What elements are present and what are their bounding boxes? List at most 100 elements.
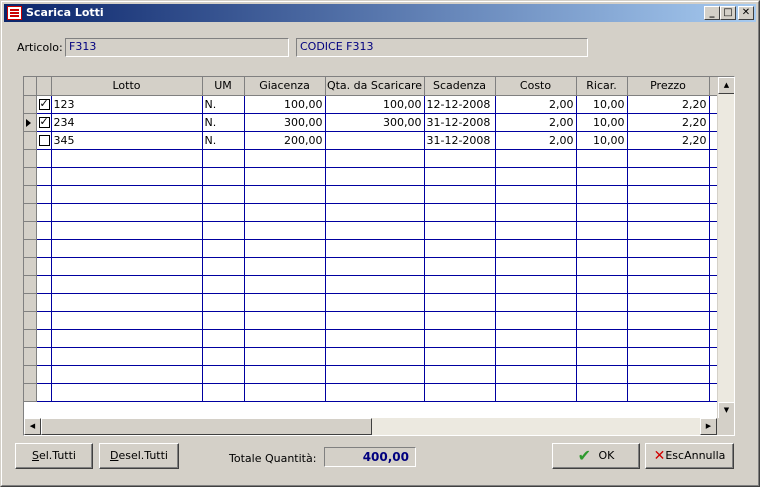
- empty-table-row[interactable]: [24, 149, 720, 168]
- vertical-scrollbar[interactable]: ▲ ▼: [717, 77, 734, 419]
- minimize-button[interactable]: _: [704, 6, 720, 20]
- empty-cell[interactable]: [244, 257, 326, 276]
- empty-cell[interactable]: [495, 149, 577, 168]
- empty-cell[interactable]: [325, 149, 425, 168]
- horizontal-scroll-thumb[interactable]: [41, 418, 372, 435]
- empty-cell[interactable]: [424, 203, 496, 222]
- cell-giacenza[interactable]: 100,00: [244, 95, 326, 114]
- empty-table-row[interactable]: [24, 293, 720, 312]
- empty-cell[interactable]: [244, 347, 326, 366]
- row-select-checkbox[interactable]: [38, 135, 50, 146]
- empty-cell[interactable]: [325, 275, 425, 294]
- empty-cell[interactable]: [576, 149, 628, 168]
- empty-cell[interactable]: [244, 293, 326, 312]
- empty-cell[interactable]: [325, 221, 425, 240]
- empty-table-row[interactable]: [24, 329, 720, 348]
- row-select-cell[interactable]: [36, 95, 52, 114]
- empty-cell[interactable]: [325, 347, 425, 366]
- row-indicator[interactable]: [24, 149, 37, 168]
- cell-costo[interactable]: 2,00: [495, 95, 577, 114]
- row-select-cell[interactable]: [36, 113, 52, 132]
- empty-cell[interactable]: [424, 167, 496, 186]
- empty-cell[interactable]: [627, 275, 710, 294]
- empty-cell[interactable]: [325, 257, 425, 276]
- empty-cell[interactable]: [495, 383, 577, 402]
- scroll-right-arrow-icon[interactable]: ▶: [700, 418, 717, 435]
- row-indicator[interactable]: [24, 365, 37, 384]
- articolo-code-field[interactable]: F313: [65, 38, 289, 57]
- empty-cell[interactable]: [202, 203, 245, 222]
- empty-cell[interactable]: [202, 293, 245, 312]
- empty-cell[interactable]: [495, 293, 577, 312]
- empty-cell[interactable]: [325, 203, 425, 222]
- empty-cell[interactable]: [36, 239, 52, 258]
- empty-cell[interactable]: [325, 311, 425, 330]
- empty-cell[interactable]: [36, 383, 52, 402]
- empty-cell[interactable]: [244, 167, 326, 186]
- column-header-qta-da-scaricare[interactable]: Qta. da Scaricare: [325, 77, 425, 96]
- empty-cell[interactable]: [576, 311, 628, 330]
- empty-cell[interactable]: [202, 311, 245, 330]
- empty-cell[interactable]: [576, 329, 628, 348]
- empty-cell[interactable]: [325, 185, 425, 204]
- empty-cell[interactable]: [36, 149, 52, 168]
- cell-lotto[interactable]: 345: [51, 131, 203, 150]
- row-indicator[interactable]: [24, 311, 37, 330]
- cell-lotto[interactable]: 234: [51, 113, 203, 132]
- empty-cell[interactable]: [202, 221, 245, 240]
- empty-cell[interactable]: [495, 365, 577, 384]
- empty-table-row[interactable]: [24, 275, 720, 294]
- empty-cell[interactable]: [495, 185, 577, 204]
- cell-giacenza[interactable]: 200,00: [244, 131, 326, 150]
- empty-cell[interactable]: [325, 293, 425, 312]
- row-indicator[interactable]: [24, 167, 37, 186]
- cell-costo[interactable]: 2,00: [495, 131, 577, 150]
- empty-cell[interactable]: [424, 329, 496, 348]
- empty-cell[interactable]: [495, 221, 577, 240]
- empty-cell[interactable]: [424, 311, 496, 330]
- cell-scadenza[interactable]: 31-12-2008: [424, 131, 496, 150]
- empty-cell[interactable]: [424, 221, 496, 240]
- empty-cell[interactable]: [424, 149, 496, 168]
- empty-cell[interactable]: [576, 257, 628, 276]
- cell-qta-da-scaricare[interactable]: [325, 131, 425, 150]
- cell-qta-da-scaricare[interactable]: 100,00: [325, 95, 425, 114]
- empty-cell[interactable]: [424, 347, 496, 366]
- row-select-cell[interactable]: [36, 131, 52, 150]
- row-indicator[interactable]: [24, 275, 37, 294]
- empty-cell[interactable]: [627, 329, 710, 348]
- empty-cell[interactable]: [495, 257, 577, 276]
- row-indicator[interactable]: [24, 293, 37, 312]
- empty-cell[interactable]: [51, 185, 203, 204]
- empty-table-row[interactable]: [24, 167, 720, 186]
- ok-button[interactable]: ✔ OK: [552, 443, 640, 469]
- empty-cell[interactable]: [627, 149, 710, 168]
- empty-cell[interactable]: [36, 185, 52, 204]
- empty-cell[interactable]: [51, 365, 203, 384]
- empty-cell[interactable]: [202, 185, 245, 204]
- scroll-left-arrow-icon[interactable]: ◀: [24, 418, 41, 435]
- table-row[interactable]: 123N.100,00100,0012-12-20082,0010,002,20: [24, 95, 720, 114]
- empty-cell[interactable]: [627, 221, 710, 240]
- table-row[interactable]: 345 N. 200,00 31-12-2008 2,00 10,00 2,20: [24, 131, 720, 150]
- scroll-down-arrow-icon[interactable]: ▼: [718, 402, 734, 419]
- empty-table-row[interactable]: [24, 203, 720, 222]
- row-indicator[interactable]: [24, 95, 37, 114]
- empty-cell[interactable]: [36, 365, 52, 384]
- cell-costo[interactable]: 2,00: [495, 113, 577, 132]
- empty-cell[interactable]: [424, 185, 496, 204]
- empty-cell[interactable]: [36, 275, 52, 294]
- row-indicator[interactable]: [24, 113, 37, 132]
- row-select-checkbox[interactable]: [38, 97, 50, 110]
- empty-cell[interactable]: [202, 329, 245, 348]
- empty-cell[interactable]: [51, 329, 203, 348]
- empty-cell[interactable]: [202, 347, 245, 366]
- cell-um[interactable]: N.: [202, 113, 245, 132]
- empty-cell[interactable]: [325, 167, 425, 186]
- desel-tutti-button[interactable]: Desel.Tutti: [99, 443, 179, 469]
- empty-cell[interactable]: [495, 239, 577, 258]
- empty-cell[interactable]: [51, 221, 203, 240]
- empty-cell[interactable]: [244, 185, 326, 204]
- empty-cell[interactable]: [244, 311, 326, 330]
- row-indicator[interactable]: [24, 383, 37, 402]
